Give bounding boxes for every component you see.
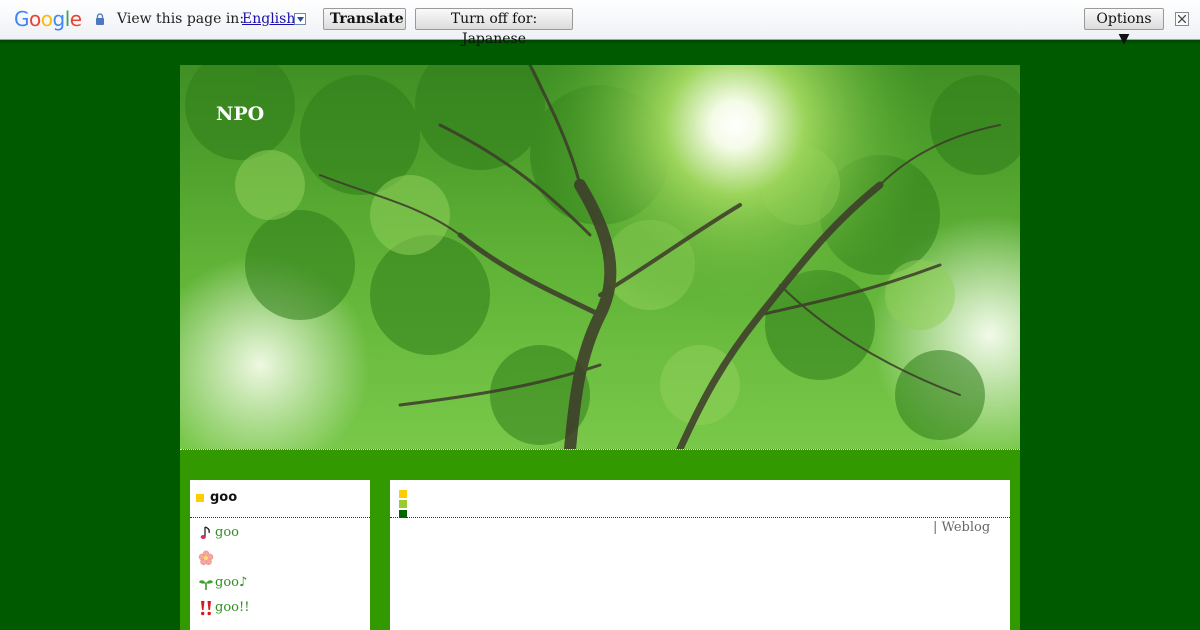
chevron-down-icon <box>297 17 304 22</box>
sidebar: goo goo goo♪ goo!! <box>190 480 370 630</box>
sidebar-item-label: goo♪ <box>215 575 248 590</box>
sidebar-header: goo <box>190 480 370 518</box>
lock-icon <box>96 13 104 25</box>
light-green-square-icon <box>399 500 407 508</box>
main-content: | Weblog <box>390 480 1010 630</box>
double-exclamation-icon <box>201 601 211 616</box>
flower-icon <box>198 550 214 566</box>
sidebar-item-label: goo <box>215 525 239 540</box>
weblog-link[interactable]: | Weblog <box>933 520 990 535</box>
sidebar-item-label: goo!! <box>215 600 250 615</box>
translate-prompt: View this page in: <box>117 11 245 27</box>
sprout-icon <box>199 580 213 590</box>
language-link[interactable]: English <box>242 11 295 27</box>
yellow-square-icon <box>399 490 407 498</box>
options-button[interactable]: Options ▼ <box>1084 8 1164 47</box>
yellow-square-icon <box>196 494 204 502</box>
music-note-icon <box>200 526 210 539</box>
translate-bar: Google View this page in: English Transl… <box>0 0 1200 47</box>
close-icon <box>1178 15 1186 23</box>
close-button[interactable] <box>1175 12 1189 26</box>
translate-button[interactable]: Translate <box>323 8 406 30</box>
page-frame: NPO goo goo goo♪ goo!! | Weblog <box>180 65 1020 630</box>
sidebar-title: goo <box>210 490 238 505</box>
entry-header <box>390 480 1010 518</box>
header-image: NPO <box>180 65 1020 450</box>
language-dropdown-button[interactable] <box>294 13 306 25</box>
tree-canopy-image <box>180 65 1020 449</box>
site-title[interactable]: NPO <box>216 103 264 125</box>
dark-green-square-icon <box>399 510 407 518</box>
google-logo: Google <box>14 7 82 31</box>
turn-off-button[interactable]: Turn off for: Japanese <box>415 8 573 47</box>
